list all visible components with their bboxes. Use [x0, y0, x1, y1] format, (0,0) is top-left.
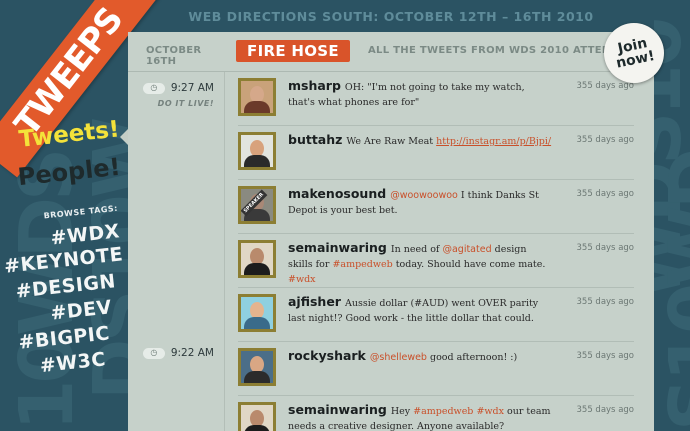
tweet-hashtag[interactable]: #ampedweb — [332, 259, 392, 270]
tweet-age[interactable]: 355 days ago — [577, 243, 635, 253]
time-stamp: 9:22 AM — [170, 347, 214, 359]
event-banner: WEB DIRECTIONS SOUTH: OCTOBER 12TH – 16T… — [128, 0, 654, 32]
tweet-item: rockyshark @shelleweb good afternoon! :) … — [238, 342, 634, 396]
browse-tags-label: BROWSE TAGS: — [43, 203, 119, 221]
avatar[interactable] — [238, 78, 276, 116]
tweet-username[interactable]: semainwaring — [288, 402, 387, 417]
tweet-item: semainwaring In need of @agitated design … — [238, 234, 634, 288]
clock-icon: ◷ — [142, 347, 165, 359]
fire-hose-badge: FIRE HOSE — [236, 40, 350, 62]
tweet-item: semainwaring Hey #ampedweb #wdx our team … — [238, 396, 634, 431]
tweet-username[interactable]: rockyshark — [288, 348, 366, 363]
avatar[interactable] — [238, 402, 276, 431]
tweet-mention[interactable]: @woowoowoo — [390, 190, 458, 201]
time-stamp: 9:27 AM — [170, 82, 214, 94]
timeline-divider — [224, 72, 225, 431]
tweet-age[interactable]: 355 days ago — [577, 81, 635, 91]
tweet-content: msharp OH: "I'm not going to take my watc… — [288, 78, 552, 110]
tweet-content: rockyshark @shelleweb good afternoon! :) — [288, 348, 552, 365]
tweet-text: Hey — [390, 406, 414, 417]
tweet-text: today. Should have come mate. — [392, 259, 546, 270]
tweet-hashtag[interactable]: #wdx — [476, 406, 504, 417]
tweet-panel: OCTOBER 16TH FIRE HOSE ALL THE TWEETS FR… — [128, 32, 654, 431]
current-date: OCTOBER 16TH — [146, 45, 202, 67]
avatar[interactable] — [238, 132, 276, 170]
avatar[interactable] — [238, 240, 276, 278]
tweet-item: ajfisher Aussie dollar (#AUD) went OVER p… — [238, 288, 634, 342]
tweet-username[interactable]: buttahz — [288, 132, 342, 147]
tweet-item: msharp OH: "I'm not going to take my watc… — [238, 72, 634, 126]
tweet-username[interactable]: makenosound — [288, 186, 386, 201]
avatar[interactable]: SPEAKER — [238, 186, 276, 224]
do-it-live-label: DO IT LIVE! — [157, 99, 214, 108]
tweet-age[interactable]: 355 days ago — [577, 351, 635, 361]
tweet-item: buttahz We Are Raw Meat http://instagr.am… — [238, 126, 634, 180]
tweet-content: semainwaring Hey #ampedweb #wdx our team … — [288, 402, 552, 431]
tweet-username[interactable]: ajfisher — [288, 294, 341, 309]
tweet-content: ajfisher Aussie dollar (#AUD) went OVER p… — [288, 294, 552, 326]
tweet-mention[interactable]: @shelleweb — [370, 352, 427, 363]
tweet-age[interactable]: 355 days ago — [577, 405, 635, 415]
time-group: ◷ 9:22 AM — [128, 345, 224, 361]
tweet-username[interactable]: msharp — [288, 78, 341, 93]
tweet-age[interactable]: 355 days ago — [577, 135, 635, 145]
tweet-age[interactable]: 355 days ago — [577, 297, 635, 307]
section-description: ALL THE TWEETS FROM WDS 2010 ATTENDEES — [368, 45, 641, 56]
bg-letter-column: S10WD — [654, 151, 690, 431]
avatar[interactable] — [238, 294, 276, 332]
tweet-content: semainwaring In need of @agitated design … — [288, 240, 552, 287]
panel-header: OCTOBER 16TH FIRE HOSE ALL THE TWEETS FR… — [128, 32, 654, 72]
tweet-item: SPEAKER makenosound @woowoowoo I think Da… — [238, 180, 634, 234]
tweet-text: We Are Raw Meat — [346, 136, 437, 147]
time-group: ◷ 9:27 AM DO IT LIVE! — [128, 80, 224, 108]
tweet-content: makenosound @woowoowoo I think Danks St D… — [288, 186, 552, 218]
tweet-hashtag[interactable]: #ampedweb — [413, 406, 473, 417]
tweet-username[interactable]: semainwaring — [288, 240, 387, 255]
avatar[interactable] — [238, 348, 276, 386]
tweet-text: In need of — [390, 244, 443, 255]
event-title: WEB DIRECTIONS SOUTH: OCTOBER 12TH – 16T… — [188, 8, 594, 24]
nav-people[interactable]: People! — [16, 153, 121, 199]
tweet-hashtag[interactable]: #wdx — [288, 274, 316, 285]
tweet-link[interactable]: http://instagr.am/p/Bjpi/ — [436, 136, 551, 147]
tweet-content: buttahz We Are Raw Meat http://instagr.am… — [288, 132, 552, 149]
tweet-mention[interactable]: @agitated — [442, 244, 491, 255]
tweet-text: good afternoon! :) — [426, 352, 518, 363]
tweet-age[interactable]: 355 days ago — [577, 189, 635, 199]
clock-icon: ◷ — [142, 82, 165, 94]
